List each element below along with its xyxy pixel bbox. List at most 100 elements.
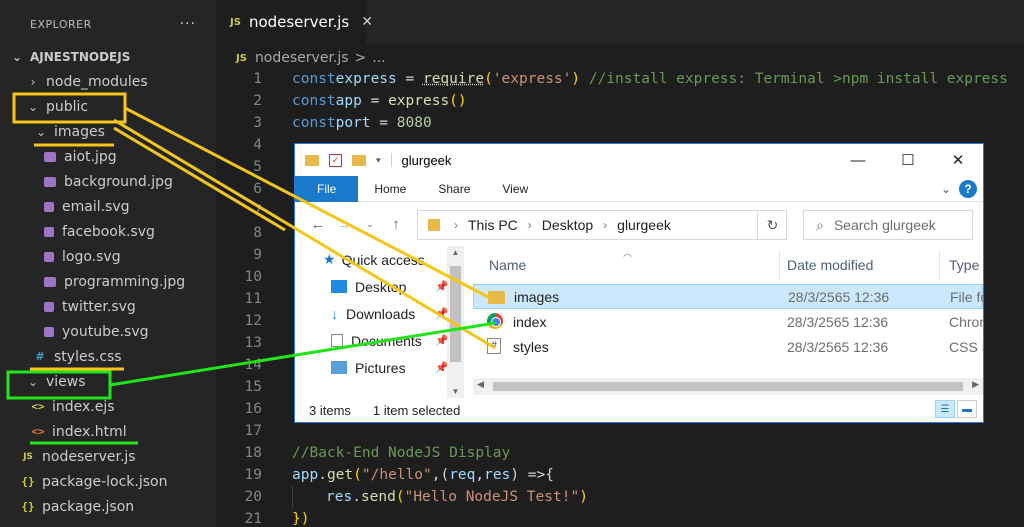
address-segment[interactable]: This PC <box>468 217 518 233</box>
tab-view[interactable]: View <box>486 176 544 202</box>
paren: ) <box>571 71 581 87</box>
breadcrumb-file[interactable]: nodeserver.js <box>255 50 349 66</box>
more-actions-icon[interactable]: ··· <box>180 16 196 32</box>
file-explorer-window: ✓ ▾ glurgeek — ☐ ✕ File Home Share View … <box>294 143 984 423</box>
tree-item-package[interactable]: {} package.json <box>0 494 216 519</box>
tree-item-background[interactable]: background.jpg <box>0 169 216 194</box>
scrollbar-thumb[interactable] <box>493 382 963 391</box>
file-list-scrollbar[interactable]: ◀ ▶ <box>473 378 983 395</box>
scrollbar-thumb[interactable] <box>450 266 461 362</box>
scroll-left-icon[interactable]: ◀ <box>477 379 484 390</box>
tree-item-aiot[interactable]: aiot.jpg <box>0 144 216 169</box>
column-type[interactable]: Type <box>949 257 979 273</box>
recent-locations-icon[interactable]: ⌄ <box>357 219 383 230</box>
code-line: 1 const express = require('express') //in… <box>216 68 1024 90</box>
chevron-down-icon: ⌄ <box>27 374 39 389</box>
nav-scrollbar[interactable]: ▲ ▼ <box>447 246 464 398</box>
tree-item-node-modules[interactable]: › node_modules <box>0 69 216 94</box>
code-line: 21}) <box>216 508 1024 527</box>
scroll-right-icon[interactable]: ▶ <box>972 379 979 390</box>
tab-home[interactable]: Home <box>358 176 422 202</box>
forward-icon[interactable]: → <box>331 216 357 233</box>
tree-item-programming[interactable]: programming.jpg <box>0 269 216 294</box>
tree-item-email[interactable]: email.svg <box>0 194 216 219</box>
line-number: 7 <box>253 203 262 219</box>
customize-toolbar-icon[interactable]: ▾ <box>376 155 381 166</box>
svg-file-icon <box>44 201 54 212</box>
tree-item-youtube[interactable]: youtube.svg <box>0 319 216 344</box>
tree-item-public[interactable]: ⌄ public <box>0 94 216 119</box>
nav-documents[interactable]: Documents 📌 <box>295 327 467 354</box>
tab-nodeserver[interactable]: JS nodeserver.js ✕ <box>216 0 373 44</box>
nav-downloads[interactable]: ↓ Downloads 📌 <box>295 300 467 327</box>
scroll-down-icon[interactable]: ▼ <box>447 387 464 396</box>
code-line: 18 //Back-End NodeJS Display <box>216 442 1024 464</box>
tree-item-index-ejs[interactable]: <> index.ejs <box>0 394 216 419</box>
search-box[interactable]: ⌕ Search glurgeek <box>803 210 973 240</box>
minimize-button[interactable]: — <box>833 144 883 176</box>
tree-item-views[interactable]: ⌄ views <box>0 369 216 394</box>
breadcrumb-rest[interactable]: ... <box>372 50 385 66</box>
file-row-images[interactable]: images 28/3/2565 12:36 File fo <box>473 284 983 309</box>
address-segment[interactable]: Desktop <box>542 217 593 233</box>
folder-icon <box>488 291 505 304</box>
address-bar[interactable]: › This PC › Desktop › glurgeek <box>417 210 787 240</box>
tree-item-index-html[interactable]: <> index.html <box>0 419 216 444</box>
code-line: 19 app. get("/hello" ,(req, res) =>{ <box>216 464 1024 486</box>
desktop-icon <box>331 280 347 293</box>
address-segment[interactable]: glurgeek <box>617 217 671 233</box>
window-titlebar: ✓ ▾ glurgeek — ☐ ✕ <box>295 144 983 176</box>
up-icon[interactable]: ↑ <box>383 216 409 233</box>
code-line: 20 res. send("Hello NodeJS Test!") <box>216 486 1024 508</box>
back-icon[interactable]: ← <box>305 216 331 233</box>
tab-share[interactable]: Share <box>422 176 486 202</box>
details-view-icon[interactable]: ☰ <box>935 400 955 418</box>
string: "/hello" <box>361 467 432 483</box>
chevron-right-icon: › <box>454 218 458 232</box>
tree-item-label: background.jpg <box>64 173 173 190</box>
tree-item-styles-css[interactable]: # styles.css <box>0 344 216 369</box>
properties-icon[interactable]: ✓ <box>329 153 342 167</box>
image-file-icon <box>44 276 56 287</box>
chrome-icon <box>487 313 503 329</box>
maximize-button[interactable]: ☐ <box>883 144 933 176</box>
line-number: 9 <box>253 247 262 263</box>
close-button[interactable]: ✕ <box>933 144 983 176</box>
chevron-down-icon: ⌄ <box>27 99 39 114</box>
tree-item-images[interactable]: ⌄ images <box>0 119 216 144</box>
line-number: 14 <box>244 357 262 373</box>
code-line: 3 const port = 8080 <box>216 112 1024 134</box>
close-icon[interactable]: ✕ <box>361 14 373 30</box>
tree-item-label: index.html <box>52 423 127 440</box>
file-row-index[interactable]: index 28/3/2565 12:36 Chron <box>473 309 983 334</box>
tree-item-logo[interactable]: logo.svg <box>0 244 216 269</box>
pictures-icon <box>331 361 347 374</box>
tree-item-label: programming.jpg <box>64 273 186 290</box>
tree-item-package-lock[interactable]: {} package-lock.json <box>0 469 216 494</box>
tree-item-twitter[interactable]: twitter.svg <box>0 294 216 319</box>
help-icon[interactable]: ? <box>959 180 977 198</box>
selection-count: 1 item selected <box>372 402 461 418</box>
explorer-sidebar: EXPLORER ··· ⌄ AJNESTNODEJS › node_modul… <box>0 0 216 527</box>
tree-root[interactable]: ⌄ AJNESTNODEJS <box>0 44 216 69</box>
file-row-styles[interactable]: # styles 28/3/2565 12:36 CSS S <box>473 334 983 359</box>
refresh-icon[interactable]: ↻ <box>757 210 787 240</box>
column-name[interactable]: Name <box>489 257 526 273</box>
scroll-up-icon[interactable]: ▲ <box>447 248 464 257</box>
operator: = <box>370 115 397 131</box>
new-folder-icon[interactable] <box>352 154 366 166</box>
tree-item-facebook[interactable]: facebook.svg <box>0 219 216 244</box>
nav-label: Downloads <box>346 305 416 322</box>
line-number: 19 <box>244 467 262 483</box>
expand-ribbon-icon[interactable]: ⌄ <box>941 182 951 196</box>
nav-desktop[interactable]: Desktop 📌 <box>295 273 467 300</box>
column-date[interactable]: Date modified <box>787 257 873 273</box>
file-name: images <box>514 288 560 305</box>
operator: . <box>318 467 327 483</box>
large-icons-view-icon[interactable]: ▬ <box>957 400 977 418</box>
tab-file[interactable]: File <box>295 175 359 202</box>
nav-pictures[interactable]: Pictures 📌 <box>295 354 467 381</box>
paren: ( <box>484 71 493 87</box>
nav-quick-access[interactable]: ★ Quick access <box>295 246 467 273</box>
tree-item-nodeserver[interactable]: JS nodeserver.js <box>0 444 216 469</box>
